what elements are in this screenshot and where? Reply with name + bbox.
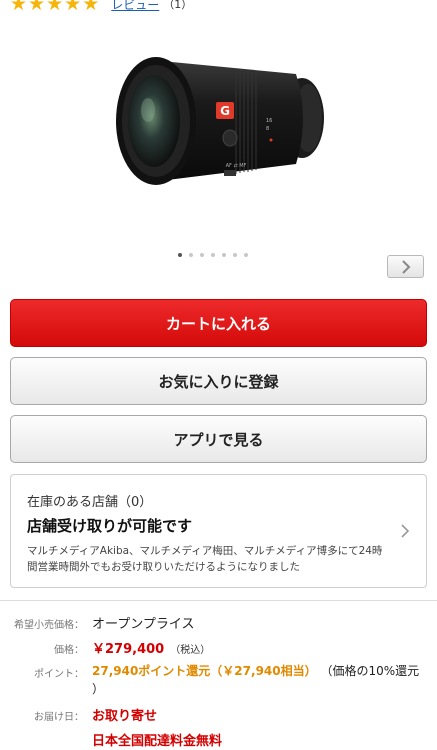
delivery-label: お届け日： (34, 712, 84, 723)
review-link[interactable]: レビュー (111, 0, 159, 13)
chevron-right-icon (401, 259, 410, 274)
store-pickup-description: マルチメディアAkiba、マルチメディア梅田、マルチメディア博多にて24時間営業… (27, 545, 383, 573)
star-icon: ★ (82, 0, 100, 15)
svg-text:G: G (220, 104, 230, 118)
chevron-right-icon (400, 523, 410, 543)
carousel-next-button[interactable] (387, 255, 424, 278)
rating-row: ★ ★ ★ ★ ★ レビュー （1） (10, 0, 192, 15)
points-note: （価格の10%還元 (320, 664, 420, 678)
add-to-cart-button[interactable]: カートに入れる (10, 299, 427, 347)
msrp-value: オープンプライス (92, 617, 195, 632)
msrp-label: 希望小売価格： (14, 620, 84, 631)
carousel-dot[interactable] (222, 253, 226, 257)
star-icon: ★ (10, 0, 28, 15)
price-label: 価格： (54, 645, 84, 656)
store-stock-title: 在庫のある店舗（0） (27, 495, 153, 510)
carousel-dot[interactable] (189, 253, 193, 257)
carousel-dot-active[interactable] (178, 253, 182, 257)
review-count: （1） (163, 0, 193, 11)
section-divider (0, 600, 437, 601)
product-image[interactable]: G AF ⇄ MF 16 8 (96, 30, 340, 230)
svg-text:AF ⇄ MF: AF ⇄ MF (226, 163, 247, 169)
points-note-close: ） (92, 682, 105, 696)
store-pickup-heading: 店舗受け取りが可能です (27, 517, 193, 535)
star-icon: ★ (28, 0, 46, 15)
carousel-dot[interactable] (211, 253, 215, 257)
free-shipping-note: 日本全国配達料金無料 (92, 734, 223, 749)
points-row: 27,940ポイント還元（￥27,940相当） （価格の10%還元 ） (92, 662, 432, 698)
price-row: ￥279,400 （税込） (92, 638, 210, 657)
store-pickup-panel[interactable]: 在庫のある店舗（0） 店舗受け取りが可能です マルチメディアAkiba、マルチメ… (10, 474, 427, 588)
carousel-dot[interactable] (200, 253, 204, 257)
add-to-favorites-button[interactable]: お気に入りに登録 (10, 357, 427, 405)
carousel-dot[interactable] (233, 253, 237, 257)
camera-lens-image: G AF ⇄ MF 16 8 (116, 57, 324, 185)
carousel-dot[interactable] (244, 253, 248, 257)
carousel-dots (178, 253, 248, 257)
star-rating: ★ ★ ★ ★ ★ (10, 0, 99, 14)
price-value: ￥279,400 (92, 642, 165, 657)
points-value: 27,940ポイント還元（￥27,940相当） (92, 664, 317, 678)
points-label: ポイント： (34, 669, 84, 680)
star-icon: ★ (64, 0, 82, 15)
star-icon: ★ (46, 0, 64, 15)
product-page: ★ ★ ★ ★ ★ レビュー （1） G AF ⇄ MF 16 8 カートに入れ… (0, 0, 437, 750)
svg-text:16: 16 (266, 118, 272, 124)
view-in-app-button[interactable]: アプリで見る (10, 415, 427, 463)
tax-note: （税込） (170, 645, 211, 656)
delivery-value: お取り寄せ (92, 709, 158, 724)
svg-text:8: 8 (266, 126, 269, 132)
